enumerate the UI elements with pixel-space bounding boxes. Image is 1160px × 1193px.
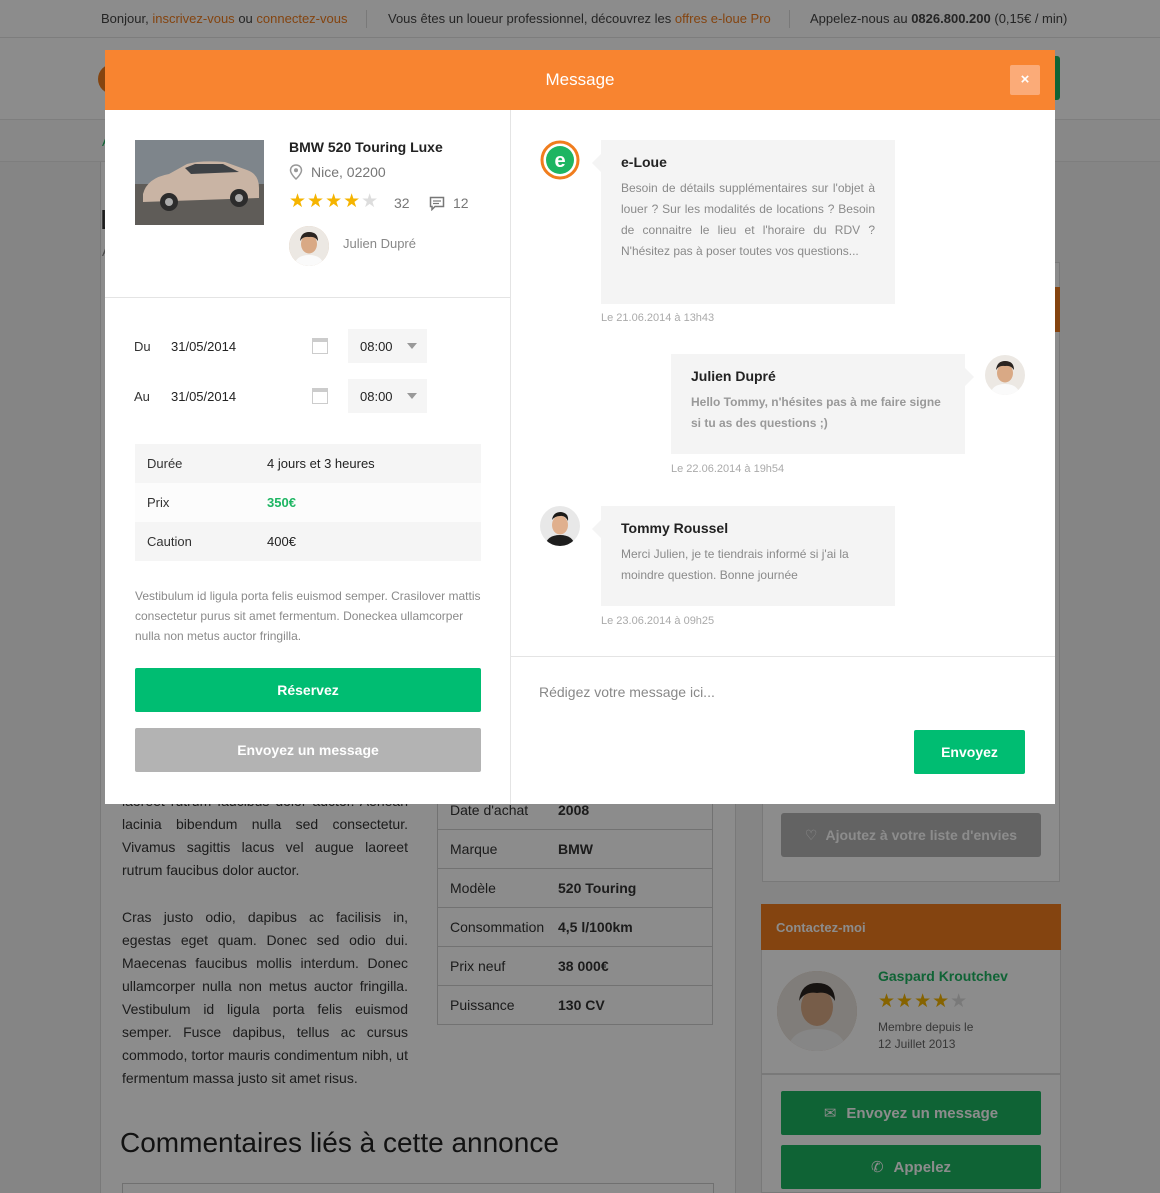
review-count: 32: [394, 195, 410, 211]
avatar: [289, 226, 329, 266]
message-modal: Message × BMW 520 Touring Luxe Nice, 022…: [105, 50, 1055, 804]
eloue-logo-icon: e: [540, 140, 580, 180]
calendar-icon[interactable]: [312, 338, 328, 354]
date-from-label: Du: [134, 339, 151, 354]
summary-row: Prix 350€: [135, 483, 481, 522]
calendar-icon[interactable]: [312, 388, 328, 404]
avatar: [985, 355, 1025, 395]
location-pin-icon: [289, 164, 303, 180]
time-from-select[interactable]: 08:00: [348, 329, 427, 363]
sender-name: Julien Dupré: [691, 368, 776, 384]
message-text: Hello Tommy, n'hésites pas à me faire si…: [691, 395, 941, 430]
product-location: Nice, 02200: [289, 164, 386, 180]
chat-message: Tommy Roussel Merci Julien, je te tiendr…: [592, 506, 895, 606]
time-to-select[interactable]: 08:00: [348, 379, 427, 413]
message-text: Besoin de détails supplémentaires sur l'…: [621, 181, 875, 258]
summary-row: Durée 4 jours et 3 heures: [135, 444, 481, 483]
reserve-button[interactable]: Réservez: [135, 668, 481, 712]
date-from-input[interactable]: 31/05/2014: [171, 339, 236, 354]
svg-text:e: e: [554, 150, 565, 172]
close-button[interactable]: ×: [1010, 65, 1040, 95]
avatar: [540, 506, 580, 546]
comment-count: 12: [429, 195, 469, 211]
sender-name: e-Loue: [621, 154, 667, 170]
booking-description: Vestibulum id ligula porta felis euismod…: [135, 589, 481, 643]
summary-row: Caution 400€: [135, 522, 481, 561]
product-title[interactable]: BMW 520 Touring Luxe: [289, 139, 443, 155]
message-time: Le 22.06.2014 à 19h54: [671, 463, 785, 475]
send-message-button[interactable]: Envoyez un message: [135, 728, 481, 772]
send-button[interactable]: Envoyez: [914, 730, 1025, 774]
divider: [510, 110, 511, 804]
message-text: Merci Julien, je te tiendrais informé si…: [621, 547, 849, 582]
message-time: Le 21.06.2014 à 13h43: [601, 312, 715, 324]
message-input[interactable]: Rédigez votre message ici...: [539, 684, 715, 700]
sender-name: Tommy Roussel: [621, 520, 729, 536]
product-image: [135, 140, 264, 225]
date-to-input[interactable]: 31/05/2014: [171, 389, 236, 404]
date-to-label: Au: [134, 389, 150, 404]
booking-summary: Durée 4 jours et 3 heures Prix 350€ Cautio…: [135, 444, 481, 561]
chat-message: e-Loue Besoin de détails supplémentaires…: [592, 140, 895, 304]
rating-stars: ★★★★★: [289, 191, 380, 212]
comment-icon: [429, 196, 445, 211]
divider: [105, 297, 510, 298]
chevron-down-icon: [407, 393, 417, 399]
chat-message: Julien Dupré Hello Tommy, n'hésites pas …: [671, 354, 974, 454]
message-time: Le 23.06.2014 à 09h25: [601, 615, 715, 627]
chevron-down-icon: [407, 343, 417, 349]
owner-name[interactable]: Julien Dupré: [343, 236, 416, 251]
modal-title: Message: [105, 50, 1055, 110]
divider: [511, 656, 1055, 657]
